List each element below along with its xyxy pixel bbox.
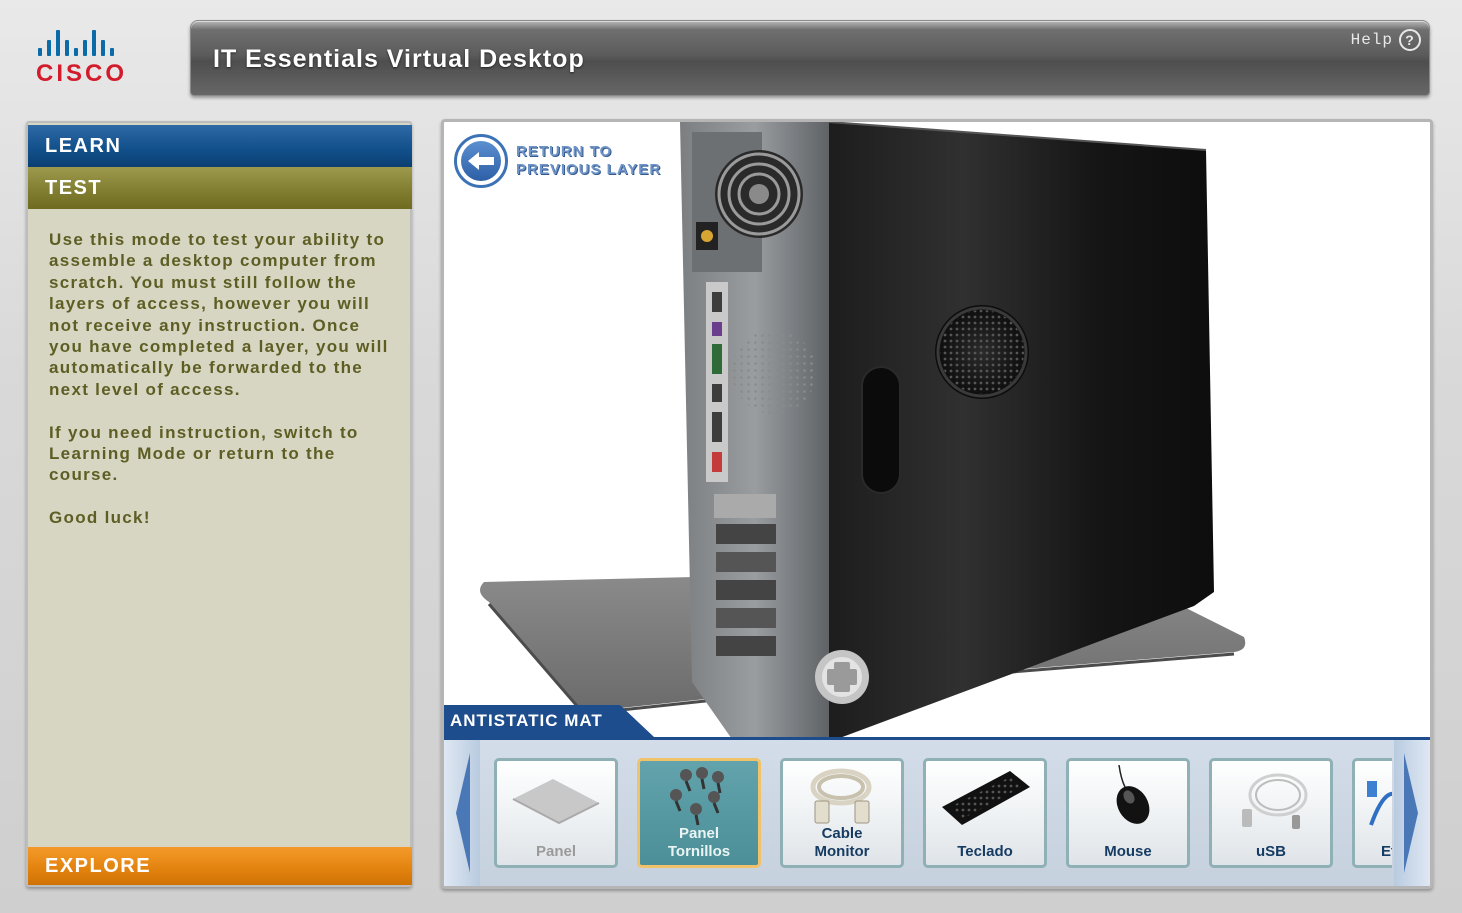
help-label: Help bbox=[1350, 31, 1393, 49]
return-to-previous-layer-button[interactable]: RETURN TO PREVIOUS LAYER bbox=[454, 134, 661, 188]
part-label: uSB bbox=[1256, 843, 1286, 860]
part-teclado[interactable]: Teclado bbox=[923, 758, 1047, 868]
title-bar: IT Essentials Virtual Desktop Help ? bbox=[190, 20, 1430, 96]
tab-test[interactable]: TEST bbox=[28, 167, 412, 209]
question-circle-icon: ? bbox=[1399, 29, 1421, 51]
part-label: Et bbox=[1381, 843, 1392, 860]
part-label: Mouse bbox=[1104, 843, 1152, 860]
cisco-wordmark: CISCO bbox=[36, 60, 128, 87]
part-label: Cable Monitor bbox=[814, 825, 870, 860]
arrow-left-icon bbox=[454, 134, 508, 188]
part-label: Teclado bbox=[957, 843, 1013, 860]
scroll-right-button[interactable] bbox=[1394, 740, 1430, 886]
chevron-left-icon bbox=[456, 753, 470, 873]
keyboard-icon bbox=[942, 771, 1030, 825]
part-label: Panel Tornillos bbox=[667, 825, 731, 860]
mode-panel: LEARN TEST Use this mode to test your ab… bbox=[26, 121, 412, 887]
computer-case-image[interactable] bbox=[444, 122, 1430, 742]
workspace-view: RETURN TO PREVIOUS LAYER ANTISTATIC MAT … bbox=[441, 119, 1433, 889]
instructions-paragraph: If you need instruction, switch to Learn… bbox=[49, 422, 359, 485]
usb-cable-icon bbox=[1242, 773, 1308, 829]
parts-list: Panel Panel Tornillos Cable Monitor Tecl… bbox=[494, 758, 1392, 870]
parts-tray: Panel Panel Tornillos Cable Monitor Tecl… bbox=[444, 737, 1430, 886]
layer-label: ANTISTATIC MAT bbox=[444, 705, 654, 737]
cisco-bars-icon bbox=[38, 28, 156, 56]
part-ethernet[interactable]: Et bbox=[1352, 758, 1392, 868]
chevron-right-icon bbox=[1404, 753, 1418, 873]
ethernet-cable-icon bbox=[1367, 781, 1392, 826]
return-label-line2: PREVIOUS LAYER bbox=[516, 161, 662, 178]
part-label: Panel bbox=[535, 843, 577, 860]
app-title: IT Essentials Virtual Desktop bbox=[213, 45, 585, 73]
part-usb[interactable]: uSB bbox=[1209, 758, 1333, 868]
part-cable-monitor[interactable]: Cable Monitor bbox=[780, 758, 904, 868]
scroll-left-button[interactable] bbox=[444, 740, 480, 886]
part-mouse[interactable]: Mouse bbox=[1066, 758, 1190, 868]
help-button[interactable]: Help ? bbox=[1351, 29, 1421, 51]
mouse-icon bbox=[1116, 765, 1150, 824]
part-panel[interactable]: Panel bbox=[494, 758, 618, 868]
panel-icon bbox=[512, 779, 600, 825]
tab-learn[interactable]: LEARN bbox=[28, 125, 412, 167]
cisco-logo: CISCO bbox=[36, 28, 156, 90]
part-panel-tornillos[interactable]: Panel Tornillos bbox=[637, 758, 761, 868]
instructions-paragraph: Use this mode to test your ability to as… bbox=[49, 230, 389, 399]
tab-explore[interactable]: EXPLORE bbox=[28, 847, 412, 885]
instructions-paragraph: Good luck! bbox=[49, 508, 151, 528]
return-label-line1: RETURN TO bbox=[516, 143, 613, 160]
instructions-text: Use this mode to test your ability to as… bbox=[49, 229, 394, 550]
